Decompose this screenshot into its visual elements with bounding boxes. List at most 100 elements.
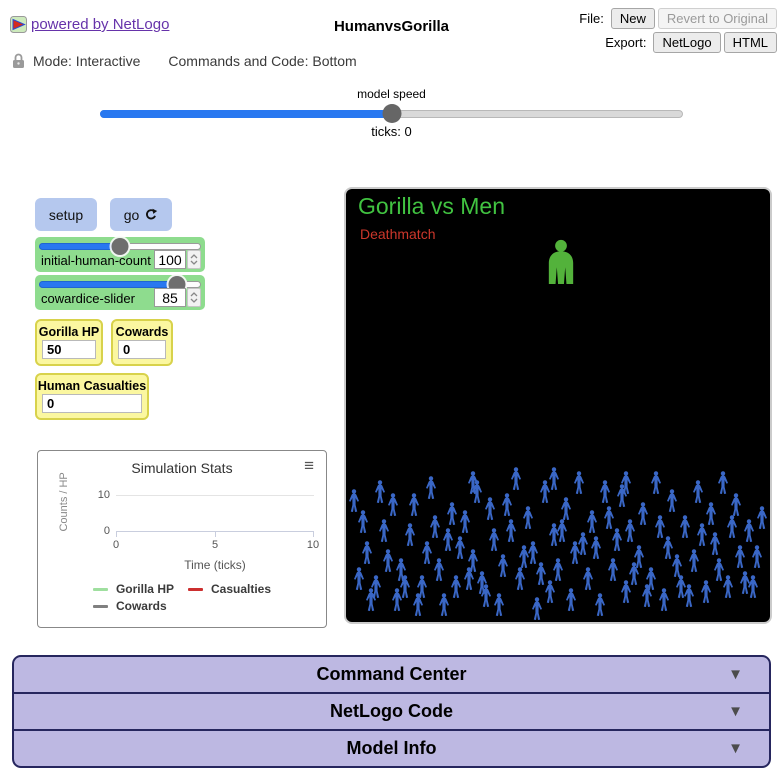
human-agent: [599, 480, 611, 504]
plot-legend: Gorilla HP Casualties Cowards: [38, 582, 326, 613]
human-agent: [514, 567, 526, 591]
monitor-title: Cowards: [113, 325, 171, 339]
bottom-sections: Command Center ▼ NetLogo Code ▼ Model In…: [12, 655, 771, 768]
export-label: Export:: [605, 35, 646, 50]
human-agent: [531, 597, 543, 621]
chevron-down-icon: ▼: [728, 740, 743, 757]
human-agent: [438, 593, 450, 617]
human-agent: [348, 489, 360, 513]
x-tickmark: [215, 531, 216, 537]
human-agent: [582, 567, 594, 591]
human-agent: [467, 471, 479, 495]
slider-spinner[interactable]: [187, 250, 201, 269]
plot-x-axis-label: Time (ticks): [116, 558, 314, 572]
slider-value-input[interactable]: 100: [154, 250, 186, 269]
human-agent: [518, 545, 530, 569]
section-netlogo-code[interactable]: NetLogo Code ▼: [14, 692, 769, 729]
human-agent: [747, 575, 759, 599]
human-agent: [408, 493, 420, 517]
y-tick-10: 10: [86, 489, 110, 501]
human-agent: [399, 575, 411, 599]
plot-title: Simulation Stats: [38, 460, 326, 476]
human-agent: [577, 532, 589, 556]
human-agent: [751, 545, 763, 569]
x-tick-10: 10: [298, 539, 328, 551]
model-speed-slider[interactable]: [100, 104, 683, 123]
human-agent: [357, 510, 369, 534]
slider-label: cowardice-slider: [41, 291, 135, 306]
mode-text: Mode: Interactive: [33, 53, 140, 69]
human-agent: [590, 536, 602, 560]
monitor-title: Gorilla HP: [37, 325, 101, 339]
file-new-button[interactable]: New: [611, 8, 655, 29]
x-tickmark: [313, 531, 314, 537]
legend-item-cowards: Cowards: [93, 599, 174, 613]
widget-slider-cowardice[interactable]: cowardice-slider 85: [35, 275, 205, 310]
widget-slider-initial-human-count[interactable]: initial-human-count 100: [35, 237, 205, 272]
human-agent: [548, 467, 560, 491]
human-agent: [387, 493, 399, 517]
human-agent: [628, 562, 640, 586]
human-agent: [696, 523, 708, 547]
spinner-up-icon: [190, 292, 198, 297]
human-agent: [620, 471, 632, 495]
human-agent: [726, 515, 738, 539]
legend-item-casualties: Casualties: [188, 582, 271, 596]
human-agent: [607, 558, 619, 582]
human-agent: [743, 519, 755, 543]
human-agent: [450, 575, 462, 599]
human-agent: [501, 493, 513, 517]
human-agent: [429, 515, 441, 539]
human-agent: [404, 523, 416, 547]
monitor-cowards: Cowards 0: [111, 319, 173, 366]
human-agent: [679, 515, 691, 539]
chevron-down-icon: ▼: [728, 666, 743, 683]
export-html-button[interactable]: HTML: [724, 32, 777, 53]
human-agent: [637, 502, 649, 526]
human-agent: [365, 588, 377, 612]
human-agent: [361, 541, 373, 565]
human-agent: [717, 471, 729, 495]
section-model-info[interactable]: Model Info ▼: [14, 729, 769, 766]
section-label: Model Info: [347, 738, 437, 759]
setup-button[interactable]: setup: [35, 198, 97, 231]
human-agent: [421, 541, 433, 565]
monitor-human-casualties: Human Casualties 0: [35, 373, 149, 420]
human-agent: [425, 476, 437, 500]
setup-button-label: setup: [49, 207, 83, 223]
human-agent: [497, 554, 509, 578]
human-agent: [522, 506, 534, 530]
human-agent: [641, 584, 653, 608]
world-view: Gorilla vs Men Deathmatch: [344, 187, 772, 624]
spinner-down-icon: [190, 298, 198, 303]
legend-swatch-red: [188, 588, 203, 591]
human-agent: [734, 545, 746, 569]
slider-spinner[interactable]: [187, 288, 201, 307]
human-agent: [671, 554, 683, 578]
human-agent: [709, 532, 721, 556]
export-netlogo-button[interactable]: NetLogo: [653, 32, 720, 53]
file-revert-button[interactable]: Revert to Original: [658, 8, 777, 29]
go-button[interactable]: go: [110, 198, 172, 231]
human-agent: [374, 480, 386, 504]
human-agent: [594, 593, 606, 617]
model-speed-thumb[interactable]: [382, 104, 401, 123]
go-button-label: go: [124, 207, 140, 223]
human-agent: [454, 536, 466, 560]
plot-menu-icon[interactable]: ≡: [304, 457, 314, 474]
chevron-down-icon: ▼: [728, 703, 743, 720]
section-label: Command Center: [316, 664, 466, 685]
human-agent: [552, 558, 564, 582]
human-agent: [412, 593, 424, 617]
lock-icon: [12, 53, 25, 69]
legend-item-gorilla-hp: Gorilla HP: [93, 582, 174, 596]
spinner-down-icon: [190, 260, 198, 265]
human-agent: [666, 489, 678, 513]
slider-value-input[interactable]: 85: [154, 288, 186, 307]
section-command-center[interactable]: Command Center ▼: [14, 657, 769, 692]
plot-y-axis-label: Counts / HP: [58, 467, 72, 537]
human-agent: [688, 549, 700, 573]
monitor-title: Human Casualties: [37, 379, 147, 393]
human-agent: [654, 515, 666, 539]
human-agent: [560, 497, 572, 521]
